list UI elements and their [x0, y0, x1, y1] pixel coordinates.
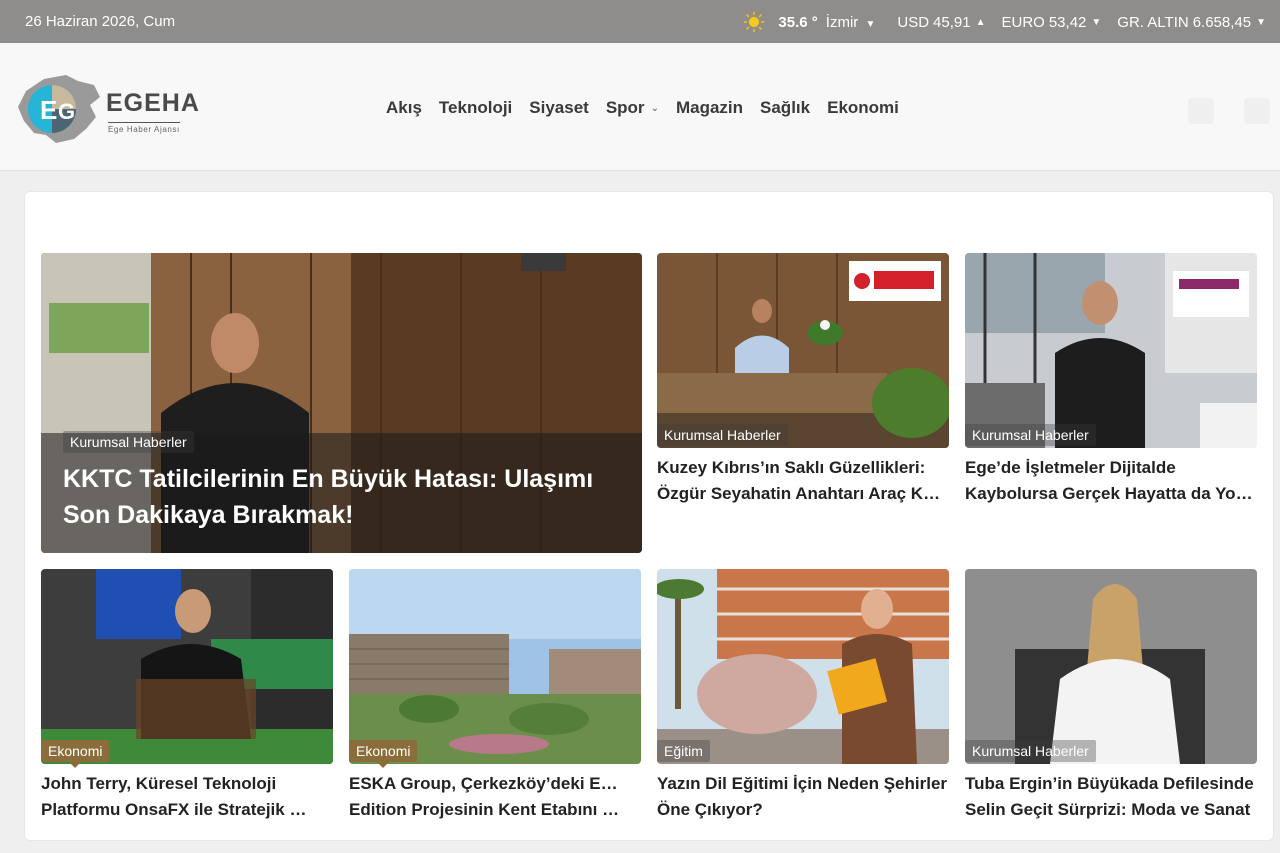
- title-line: Özgür Seyahatin Anahtarı Araç Kiralama: [657, 484, 942, 503]
- topbar-widgets: 35.6 ° İzmir ▼ USD 45,91 ▲ EURO 53,42 ▼ …: [740, 11, 1266, 33]
- menu-item-spor[interactable]: Spor ⌄: [606, 98, 659, 118]
- menu-item-label: Teknoloji: [438, 98, 513, 117]
- category-badge[interactable]: Ekonomi: [41, 740, 110, 768]
- article-card[interactable]: Ekonomi ESKA Group, Çerkezköy’deki Eska …: [349, 569, 641, 829]
- menu-item-label: Akış: [386, 98, 422, 117]
- trend-down-icon: ▼: [1256, 16, 1266, 28]
- menu-item-teknoloji[interactable]: Teknoloji: [439, 98, 512, 118]
- city-select[interactable]: İzmir ▼: [826, 14, 876, 31]
- category-badge[interactable]: Kurumsal Haberler: [965, 424, 1096, 446]
- title-line: Son Dakikaya Bırakmak!: [63, 501, 354, 529]
- news-grid: Kurumsal Haberler KKTC Tatilcilerinin En…: [24, 191, 1274, 841]
- menu-item-saglik[interactable]: Sağlık: [760, 98, 810, 118]
- category-badge[interactable]: Eğitim: [657, 740, 710, 762]
- title-line: John Terry, Küresel Teknoloji: [41, 774, 277, 793]
- title-line: Edition Projesinin Kent Etabını Tanıttı: [349, 800, 624, 819]
- article-photo: [657, 253, 949, 448]
- article-card[interactable]: Eğitim Yazın Dil Eğitimi İçin Neden Şehi…: [657, 569, 949, 829]
- menu-item-label: Siyaset: [529, 98, 589, 117]
- article-image: [965, 569, 1257, 764]
- article-card[interactable]: Ekonomi John Terry, Küresel Teknoloji Pl…: [41, 569, 333, 829]
- title-line: Öne Çıkıyor?: [657, 800, 763, 819]
- trend-down-icon: ▼: [1091, 16, 1102, 28]
- menu-item-siyaset[interactable]: Siyaset: [529, 98, 589, 118]
- title-line: ESKA Group, Çerkezköy’deki Eska: [349, 774, 624, 793]
- chevron-down-icon: ▼: [865, 18, 876, 30]
- menu-item-akis[interactable]: Akış: [386, 98, 422, 118]
- article-photo: [657, 569, 949, 764]
- currency-value: 53,42: [1048, 13, 1087, 31]
- current-date: 26 Haziran 2026, Cum: [25, 13, 176, 30]
- chevron-down-icon: ⌄: [650, 102, 659, 114]
- main-menu: Akış Teknoloji Siyaset Spor ⌄ Magazin Sağ…: [386, 98, 899, 118]
- title-line: Tuba Ergin’in Büyükada Defilesinde: [965, 774, 1254, 793]
- site-header: E G EGEHA Ege Haber Ajansı Akış Teknoloj…: [0, 43, 1280, 171]
- currency-gold: GR. ALTIN 6.658,45 ▼: [1117, 14, 1266, 31]
- logo-slogan: Ege Haber Ajansı: [108, 122, 180, 134]
- article-image: [965, 253, 1257, 448]
- article-title[interactable]: Yazın Dil Eğitimi İçin Neden Şehirler Ön…: [657, 771, 949, 823]
- logo-brand: EGEHA: [106, 89, 200, 117]
- article-card[interactable]: Kurumsal Haberler Ege’de İşletmeler Diji…: [965, 253, 1257, 513]
- menu-item-ekonomi[interactable]: Ekonomi: [827, 98, 899, 118]
- article-image: [657, 569, 949, 764]
- category-badge[interactable]: Kurumsal Haberler: [965, 740, 1096, 762]
- article-title[interactable]: Kuzey Kıbrıs’ın Saklı Güzellikleri: Özgü…: [657, 455, 942, 507]
- currency-label: USD: [897, 13, 930, 31]
- top-info-bar: 26 Haziran 2026, Cum 35.6 ° İzmir ▼ USD …: [0, 0, 1280, 43]
- title-line: Kaybolursa Gerçek Hayatta da Yok Olur: [965, 484, 1257, 503]
- title-line: Yazın Dil Eğitimi İçin Neden Şehirler: [657, 774, 948, 793]
- menu-item-magazin[interactable]: Magazin: [676, 98, 743, 118]
- title-line: Selin Geçit Sürprizi: Moda ve Sanat: [965, 800, 1251, 819]
- site-logo[interactable]: E G EGEHA Ege Haber Ajansı: [16, 71, 216, 145]
- currency-label: GR. ALTIN: [1117, 13, 1189, 31]
- category-badge[interactable]: Kurumsal Haberler: [63, 431, 194, 453]
- svg-text:E: E: [40, 95, 57, 125]
- menu-item-label: Magazin: [675, 98, 744, 117]
- article-title[interactable]: Tuba Ergin’in Büyükada Defilesinde Selin…: [965, 771, 1257, 823]
- temperature: 35.6 °: [778, 13, 818, 31]
- search-icon[interactable]: [1188, 98, 1214, 124]
- article-title[interactable]: Ege’de İşletmeler Dijitalde Kaybolursa G…: [965, 455, 1257, 507]
- article-photo: [965, 569, 1257, 764]
- featured-title[interactable]: KKTC Tatilcilerinin En Büyük Hatası: Ula…: [63, 461, 593, 533]
- currency-label: EURO: [1001, 13, 1045, 31]
- article-title[interactable]: ESKA Group, Çerkezköy’deki Eska Edition …: [349, 771, 624, 823]
- article-photo: [349, 569, 641, 764]
- article-photo: [41, 569, 333, 764]
- article-card[interactable]: Kurumsal Haberler Kuzey Kıbrıs’ın Saklı …: [657, 253, 949, 513]
- currency-value: 45,91: [933, 13, 971, 31]
- sun-icon: [744, 11, 765, 33]
- currency-usd: USD 45,91 ▲: [897, 14, 985, 31]
- logo-mark-icon: E G: [18, 75, 100, 143]
- title-line: Ege’de İşletmeler Dijitalde: [965, 458, 1176, 477]
- menu-item-label: Ekonomi: [827, 98, 899, 117]
- featured-article[interactable]: Kurumsal Haberler KKTC Tatilcilerinin En…: [41, 253, 642, 553]
- category-badge[interactable]: Ekonomi: [349, 740, 418, 768]
- article-image: [41, 569, 333, 764]
- trend-up-icon: ▲: [975, 16, 986, 28]
- svg-text:G: G: [58, 99, 75, 124]
- city-label: İzmir: [825, 13, 859, 31]
- article-card[interactable]: Kurumsal Haberler Tuba Ergin’in Büyükada…: [965, 569, 1257, 829]
- currency-euro: EURO 53,42 ▼: [1002, 14, 1102, 31]
- currency-value: 6.658,45: [1192, 13, 1252, 31]
- title-line: KKTC Tatilcilerinin En Büyük Hatası: Ula…: [63, 465, 594, 493]
- menu-item-label: Spor: [605, 98, 645, 117]
- category-badge[interactable]: Kurumsal Haberler: [657, 424, 788, 446]
- menu-item-label: Sağlık: [760, 98, 811, 117]
- title-line: Platformu OnsaFX ile Stratejik Ortaklık: [41, 800, 316, 819]
- article-photo: [965, 253, 1257, 448]
- title-line: Kuzey Kıbrıs’ın Saklı Güzellikleri:: [657, 458, 926, 477]
- article-image: [349, 569, 641, 764]
- user-icon[interactable]: [1244, 98, 1270, 124]
- article-image: [657, 253, 949, 448]
- article-title[interactable]: John Terry, Küresel Teknoloji Platformu …: [41, 771, 316, 823]
